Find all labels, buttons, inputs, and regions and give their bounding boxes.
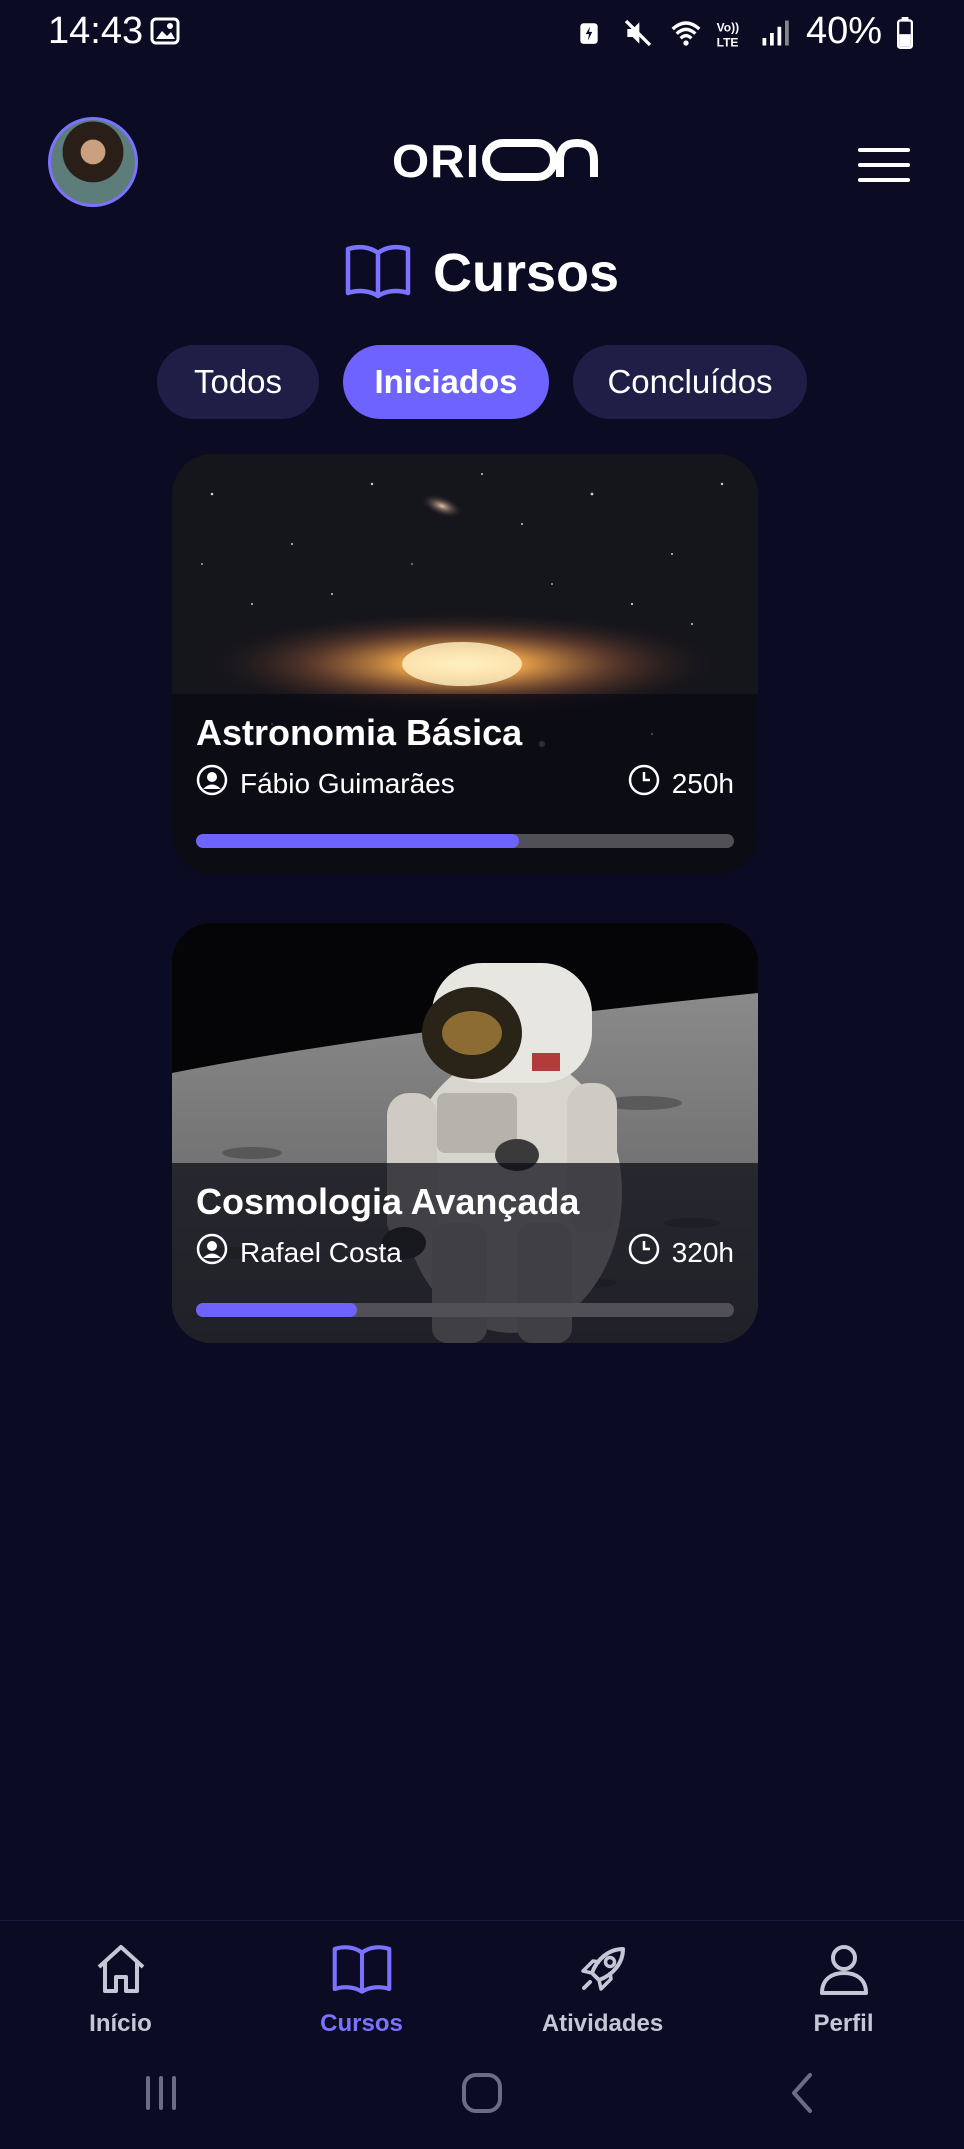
- clock-icon: [628, 1233, 660, 1272]
- home-button-icon[interactable]: [459, 2070, 505, 2121]
- progress-bar: [196, 834, 734, 848]
- status-time: 14:43: [48, 10, 144, 52]
- svg-text:Vo)): Vo)): [717, 20, 739, 34]
- nav-inicio[interactable]: Início: [21, 1941, 221, 2038]
- page-header: Cursos: [0, 242, 964, 304]
- course-filter-tabs: Todos Iniciados Concluídos: [0, 345, 964, 419]
- svg-text:ORI: ORI: [392, 135, 480, 185]
- nav-atividades[interactable]: Atividades: [503, 1941, 703, 2038]
- course-meta: Rafael Costa 320h: [196, 1233, 734, 1272]
- book-icon: [332, 1941, 392, 2004]
- tab-concluidos[interactable]: Concluídos: [573, 345, 807, 419]
- user-circle-icon: [196, 764, 228, 803]
- rocket-icon: [575, 1941, 631, 2004]
- svg-text:LTE: LTE: [717, 35, 739, 49]
- battery-icon: [896, 16, 916, 49]
- wifi-icon: [668, 16, 701, 48]
- nav-label: Cursos: [320, 2010, 403, 2037]
- volte-icon: Vo)) LTE: [714, 16, 746, 49]
- image-icon: [150, 16, 180, 51]
- tab-todos[interactable]: Todos: [157, 345, 319, 419]
- nav-perfil[interactable]: Perfil: [744, 1941, 944, 2038]
- course-title: Cosmologia Avançada: [196, 1181, 580, 1222]
- nav-label: Atividades: [541, 2010, 664, 2037]
- orion-logo: ORI: [392, 135, 602, 187]
- progress-bar: [196, 1303, 734, 1317]
- user-icon: [816, 1941, 872, 2004]
- battery-saver-icon: [576, 16, 608, 48]
- course-card[interactable]: Astronomia Básica Fábio Guimarães 250h: [172, 454, 758, 874]
- bottom-nav: Início Cursos Atividades Perfil: [0, 1920, 964, 2050]
- instructor: Rafael Costa: [196, 1233, 402, 1272]
- avatar[interactable]: [48, 117, 138, 207]
- home-icon: [93, 1941, 149, 2004]
- recent-apps-icon[interactable]: [138, 2070, 184, 2121]
- duration-value: 320h: [671, 1236, 734, 1268]
- duration: 250h: [628, 764, 734, 803]
- hamburger-menu-icon[interactable]: [858, 148, 910, 182]
- nav-label: Perfil: [813, 2010, 874, 2037]
- nav-cursos[interactable]: Cursos: [262, 1941, 462, 2038]
- clock-icon: [628, 764, 660, 803]
- course-meta: Fábio Guimarães 250h: [196, 764, 734, 803]
- nav-label: Início: [89, 2010, 152, 2037]
- duration: 320h: [628, 1233, 734, 1272]
- instructor-name: Fábio Guimarães: [240, 767, 455, 799]
- page-title: Cursos: [432, 243, 620, 303]
- instructor: Fábio Guimarães: [196, 764, 455, 803]
- book-icon: [345, 243, 411, 304]
- progress-fill: [196, 1303, 358, 1317]
- tab-iniciados[interactable]: Iniciados: [343, 345, 549, 419]
- instructor-name: Rafael Costa: [240, 1236, 402, 1268]
- system-nav-bar: [0, 2060, 964, 2130]
- duration-value: 250h: [671, 767, 734, 799]
- mute-icon: [622, 16, 654, 48]
- signal-icon: [760, 16, 792, 48]
- course-card[interactable]: Cosmologia Avançada Rafael Costa 320h: [172, 923, 758, 1343]
- battery-percent: 40%: [805, 10, 882, 52]
- course-title: Astronomia Básica: [196, 712, 523, 753]
- status-icons: Vo)) LTE 40%: [576, 10, 916, 53]
- progress-fill: [196, 834, 519, 848]
- back-icon[interactable]: [780, 2070, 826, 2121]
- user-circle-icon: [196, 1233, 228, 1272]
